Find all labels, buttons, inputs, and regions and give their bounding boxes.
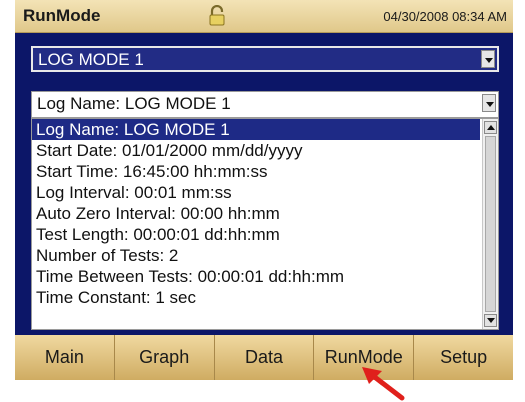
tab-graph[interactable]: Graph <box>114 335 215 380</box>
log-settings-list[interactable]: Log Name: LOG MODE 1 Start Date: 01/01/2… <box>31 118 499 330</box>
chevron-down-icon[interactable] <box>482 94 496 112</box>
device-screen: RunMode 04/30/2008 08:34 AM LOG MODE 1 L… <box>15 0 513 380</box>
title-bar: RunMode 04/30/2008 08:34 AM <box>15 0 513 33</box>
datetime-display: 04/30/2008 08:34 AM <box>383 9 507 24</box>
list-item[interactable]: Test Length: 00:00:01 dd:hh:mm <box>32 224 480 245</box>
pointer-arrow-icon <box>362 367 405 401</box>
list-item[interactable]: Time Between Tests: 00:00:01 dd:hh:mm <box>32 266 480 287</box>
log-setting-value: Log Name: LOG MODE 1 <box>37 94 231 113</box>
list-item[interactable]: Log Interval: 00:01 mm:ss <box>32 182 480 203</box>
bottom-tab-bar: Main Graph Data RunMode Setup <box>15 335 513 380</box>
tab-data[interactable]: Data <box>214 335 315 380</box>
tab-main[interactable]: Main <box>15 335 115 380</box>
list-item[interactable]: Time Constant: 1 sec <box>32 287 480 308</box>
list-item[interactable]: Log Name: LOG MODE 1 <box>32 119 480 140</box>
scroll-thumb[interactable] <box>485 136 496 312</box>
app-title: RunMode <box>23 6 101 25</box>
chevron-down-icon[interactable] <box>481 50 495 68</box>
scroll-down-icon[interactable] <box>484 314 497 327</box>
list-item[interactable]: Auto Zero Interval: 00:00 hh:mm <box>32 203 480 224</box>
log-setting-dropdown[interactable]: Log Name: LOG MODE 1 <box>31 91 499 118</box>
list-scrollbar[interactable] <box>482 119 498 329</box>
list-item[interactable]: Start Time: 16:45:00 hh:mm:ss <box>32 161 480 182</box>
runmode-panel: LOG MODE 1 Log Name: LOG MODE 1 Log Name… <box>15 33 513 335</box>
log-mode-value: LOG MODE 1 <box>38 50 144 69</box>
list-item[interactable]: Number of Tests: 2 <box>32 245 480 266</box>
lock-icon <box>209 5 225 26</box>
list-item[interactable]: Start Date: 01/01/2000 mm/dd/yyyy <box>32 140 480 161</box>
tab-setup[interactable]: Setup <box>414 335 513 380</box>
scroll-up-icon[interactable] <box>484 121 497 134</box>
log-mode-dropdown[interactable]: LOG MODE 1 <box>31 46 499 72</box>
